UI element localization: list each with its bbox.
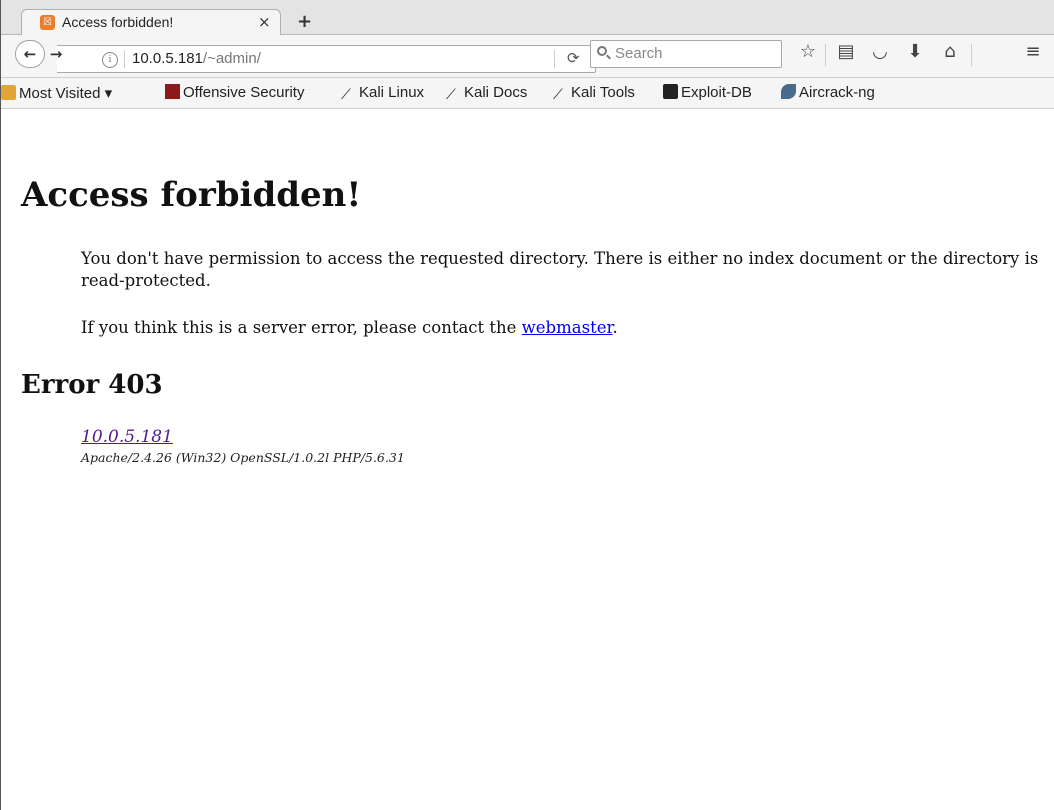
downloads-icon[interactable]: ⬇ [903, 41, 927, 62]
page-content: Access forbidden! You don't have permiss… [1, 109, 1054, 810]
server-address-block: 10.0.5.181 Apache/2.4.26 (Win32) OpenSSL… [81, 427, 405, 465]
contact-suffix: . [612, 318, 618, 337]
contact-prefix: If you think this is a server error, ple… [81, 318, 522, 337]
browser-window: ☒ Access forbidden! × + i 10.0.5.181/~ad… [0, 0, 1054, 810]
tab-title: Access forbidden! [62, 14, 174, 30]
tab-access-forbidden[interactable]: ☒ Access forbidden! × [21, 9, 281, 35]
xampp-favicon-icon: ☒ [40, 15, 55, 30]
kali-dragon-icon: ⟋ [446, 86, 456, 102]
forward-button[interactable]: → [47, 42, 65, 66]
toolbar-separator [971, 44, 972, 66]
bookmark-kali-docs[interactable]: ⟋ Kali Docs [446, 84, 527, 102]
aircrack-icon [781, 84, 796, 99]
kali-dragon-icon: ⟋ [341, 86, 351, 102]
url-separator [124, 50, 125, 68]
home-icon[interactable]: ⌂ [938, 41, 962, 62]
back-button[interactable]: ← [15, 40, 45, 68]
bookmark-offensive-security[interactable]: Offensive Security [165, 84, 304, 101]
error-code-heading: Error 403 [21, 370, 163, 400]
url-host: 10.0.5.181 [132, 50, 203, 67]
reload-icon[interactable]: ⟳ [567, 49, 580, 67]
search-placeholder: Search [615, 45, 663, 62]
bookmark-exploit-db[interactable]: Exploit-DB [663, 84, 752, 101]
bookmark-most-visited[interactable]: Most Visited ▾ [1, 84, 112, 102]
bookmark-kali-tools[interactable]: ⟋ Kali Tools [553, 84, 635, 102]
url-bar[interactable]: i 10.0.5.181/~admin/ ⟳ [57, 45, 596, 73]
folder-icon [1, 85, 16, 100]
search-icon [597, 46, 607, 56]
bookmark-kali-linux[interactable]: ⟋ Kali Linux [341, 84, 424, 102]
reading-list-icon[interactable]: ▤ [834, 41, 858, 62]
new-tab-button[interactable]: + [297, 11, 312, 32]
site-info-icon[interactable]: i [102, 52, 118, 68]
bookmark-aircrack-ng[interactable]: Aircrack-ng [781, 84, 875, 101]
contact-message: If you think this is a server error, ple… [81, 317, 618, 339]
exploitdb-icon [663, 84, 678, 99]
menu-hamburger-icon[interactable]: ≡ [1021, 41, 1045, 62]
webmaster-link[interactable]: webmaster [522, 318, 613, 337]
url-path: /~admin/ [202, 50, 261, 67]
toolbar-separator [825, 44, 826, 66]
kali-dragon-icon: ⟋ [553, 86, 563, 102]
offsec-icon [165, 84, 180, 99]
reload-separator [554, 50, 555, 68]
bookmarks-toolbar: Most Visited ▾ Offensive Security ⟋ Kali … [1, 78, 1054, 109]
tab-close-icon[interactable]: × [258, 13, 271, 31]
server-signature: Apache/2.4.26 (Win32) OpenSSL/1.0.2l PHP… [81, 450, 405, 465]
bookmark-star-icon[interactable]: ☆ [796, 41, 820, 62]
page-title: Access forbidden! [21, 175, 362, 215]
back-forward-group: i 10.0.5.181/~admin/ ⟳ ← → [15, 40, 596, 73]
search-bar[interactable]: Search [590, 40, 782, 68]
permission-message: You don't have permission to access the … [81, 249, 1039, 290]
url-text[interactable]: 10.0.5.181/~admin/ [132, 50, 261, 67]
server-address-link[interactable]: 10.0.5.181 [81, 427, 173, 447]
tab-strip: ☒ Access forbidden! × + [1, 0, 1054, 35]
pocket-icon[interactable]: ◡ [868, 41, 892, 62]
navigation-bar: i 10.0.5.181/~admin/ ⟳ ← → Search [1, 35, 1054, 78]
